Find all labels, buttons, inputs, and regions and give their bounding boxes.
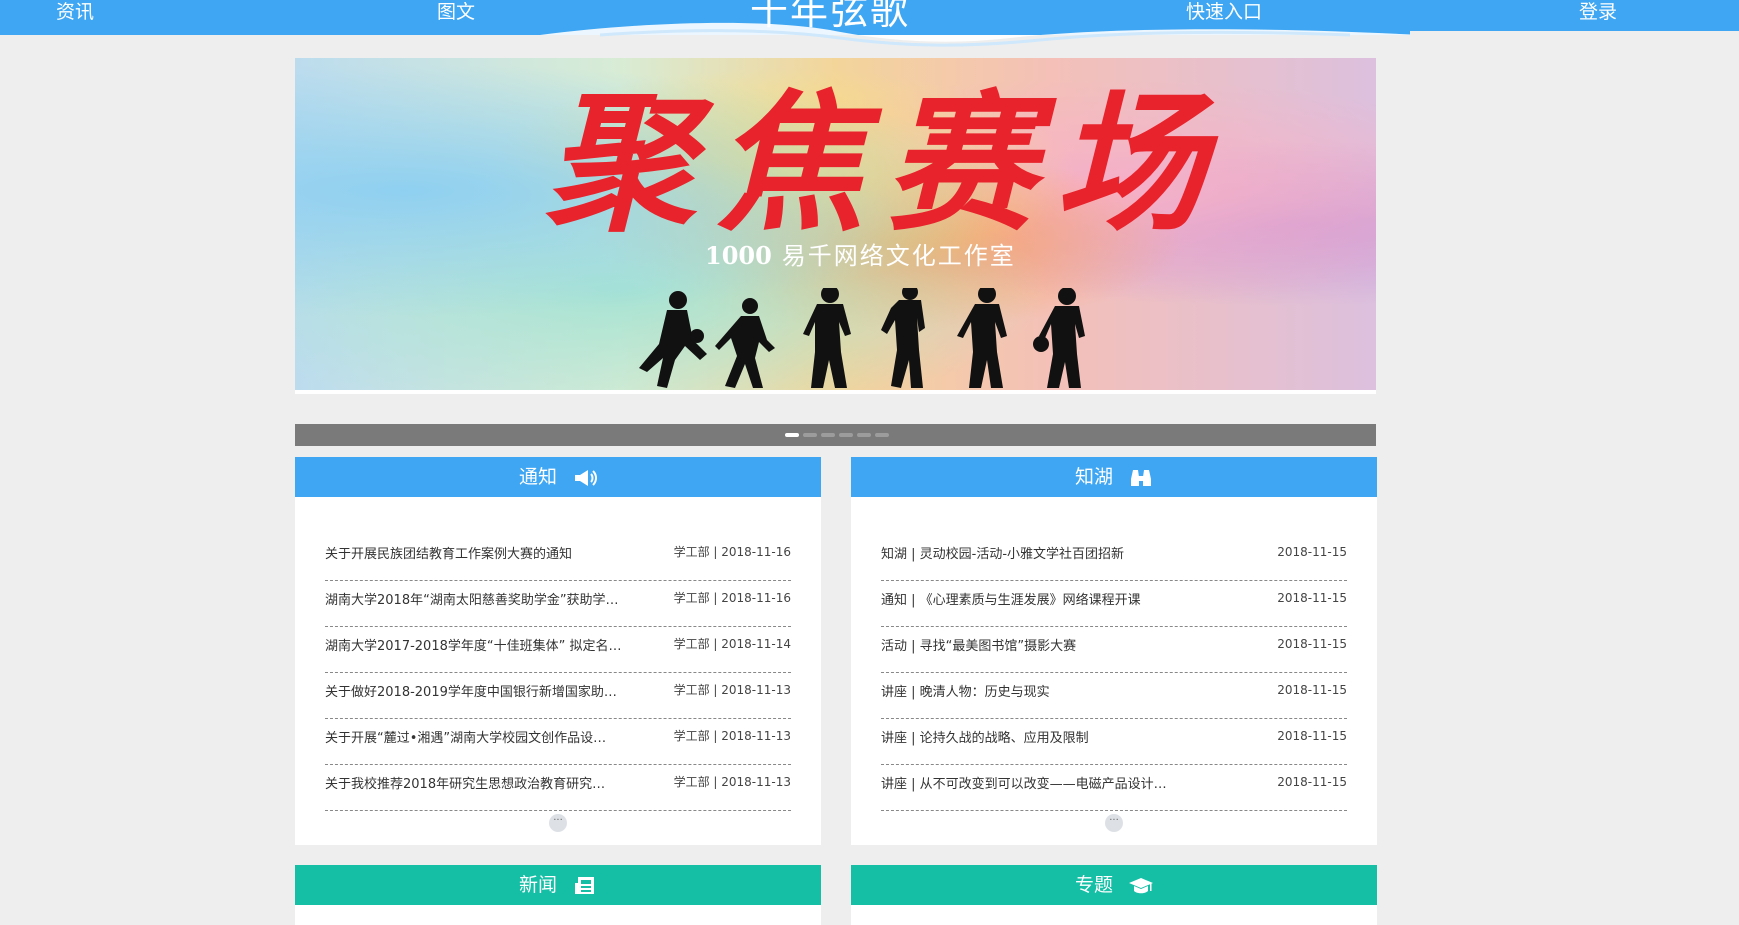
nav-item-login[interactable]: 登录	[1579, 0, 1617, 26]
list-item-title[interactable]: 讲座 | 论持久战的战略、应用及限制	[881, 731, 1089, 747]
news-panel: 新闻	[295, 865, 821, 925]
list-item-title[interactable]: 讲座 | 晚清人物：历史与现实	[881, 685, 1050, 701]
notice-panel-header[interactable]: 通知	[295, 457, 821, 497]
hero-banner[interactable]: 聚焦赛场 1000 易千网络文化工作室	[295, 58, 1376, 390]
zhihu-panel-header[interactable]: 知湖	[851, 457, 1377, 497]
list-item[interactable]: 通知 | 《心理素质与生涯发展》网络课程开课 2018-11-15	[881, 581, 1347, 627]
topics-panel: 专题	[851, 865, 1377, 925]
carousel-dots	[785, 433, 889, 437]
topics-panel-header[interactable]: 专题	[851, 865, 1377, 905]
megaphone-icon	[575, 469, 598, 486]
list-item-meta: 2018-11-15	[1277, 775, 1347, 789]
carousel-dot-2[interactable]	[803, 433, 817, 437]
top-nav: 资讯 图文 千年弦歌 快速入口 登录	[0, 0, 1739, 47]
list-item-title[interactable]: 湖南大学2018年“湖南太阳慈善奖助学金”获助学…	[325, 593, 619, 609]
carousel-indicator-bar	[295, 424, 1376, 446]
list-item[interactable]: 关于开展民族团结教育工作案例大赛的通知 学工部 | 2018-11-16	[325, 535, 791, 581]
list-item-meta: 2018-11-15	[1277, 591, 1347, 605]
topics-panel-title: 专题	[1074, 874, 1113, 896]
studio-logo-number: 1000	[705, 241, 772, 270]
nav-item-quick-entry[interactable]: 快速入口	[1186, 0, 1262, 26]
list-item-title[interactable]: 关于我校推荐2018年研究生思想政治教育研究…	[325, 777, 605, 793]
list-item-title[interactable]: 通知 | 《心理素质与生涯发展》网络课程开课	[881, 593, 1141, 609]
list-item-meta: 2018-11-15	[1277, 683, 1347, 697]
zhihu-panel: 知湖 知湖 | 灵动校园-活动-小雅文学社百团招新 2018-11-15 通知 …	[851, 457, 1377, 845]
carousel-dot-6[interactable]	[875, 433, 889, 437]
list-item-title[interactable]: 活动 | 寻找“最美图书馆”摄影大赛	[881, 639, 1076, 655]
banner-subtitle: 1000 易千网络文化工作室	[705, 241, 1016, 271]
list-item[interactable]: 知湖 | 灵动校园-活动-小雅文学社百团招新 2018-11-15	[881, 535, 1347, 581]
banner-bottom-border	[295, 390, 1376, 394]
zhihu-panel-title: 知湖	[1074, 466, 1113, 488]
site-brand[interactable]: 千年弦歌	[740, 0, 920, 34]
studio-name: 易千网络文化工作室	[781, 242, 1016, 270]
binoculars-icon	[1131, 469, 1152, 486]
list-item-meta: 学工部 | 2018-11-16	[673, 545, 791, 559]
list-item[interactable]: 关于开展“麓过•湘遇”湖南大学校园文创作品设… 学工部 | 2018-11-13	[325, 719, 791, 765]
nav-item-pictures[interactable]: 图文	[437, 0, 475, 26]
list-item-meta: 学工部 | 2018-11-13	[673, 683, 791, 697]
notice-panel: 通知 关于开展民族团结教育工作案例大赛的通知 学工部 | 2018-11-16 …	[295, 457, 821, 845]
zhihu-list: 知湖 | 灵动校园-活动-小雅文学社百团招新 2018-11-15 通知 | 《…	[881, 535, 1347, 811]
notice-more-button[interactable]: ···	[549, 814, 567, 832]
list-item[interactable]: 湖南大学2017-2018学年度“十佳班集体” 拟定名… 学工部 | 2018-…	[325, 627, 791, 673]
list-item-meta: 学工部 | 2018-11-14	[673, 637, 791, 651]
list-item[interactable]: 关于我校推荐2018年研究生思想政治教育研究… 学工部 | 2018-11-13	[325, 765, 791, 811]
news-panel-header[interactable]: 新闻	[295, 865, 821, 905]
list-item-title[interactable]: 讲座 | 从不可改变到可以改变——电磁产品设计…	[881, 777, 1167, 793]
list-item-title[interactable]: 湖南大学2017-2018学年度“十佳班集体” 拟定名…	[325, 639, 621, 655]
nav-item-news[interactable]: 资讯	[56, 0, 94, 26]
list-item-meta: 学工部 | 2018-11-13	[673, 729, 791, 743]
list-item-title[interactable]: 关于开展民族团结教育工作案例大赛的通知	[325, 547, 572, 563]
banner-title: 聚焦赛场	[545, 76, 1226, 252]
list-item-meta: 2018-11-15	[1277, 545, 1347, 559]
news-panel-title: 新闻	[518, 874, 557, 896]
list-item-title[interactable]: 知湖 | 灵动校园-活动-小雅文学社百团招新	[881, 547, 1124, 563]
list-item[interactable]: 活动 | 寻找“最美图书馆”摄影大赛 2018-11-15	[881, 627, 1347, 673]
list-item-meta: 2018-11-15	[1277, 729, 1347, 743]
carousel-dot-3[interactable]	[821, 433, 835, 437]
list-item-meta: 学工部 | 2018-11-16	[673, 591, 791, 605]
carousel-dot-1[interactable]	[785, 433, 799, 437]
carousel-dot-4[interactable]	[839, 433, 853, 437]
list-item[interactable]: 湖南大学2018年“湖南太阳慈善奖助学金”获助学… 学工部 | 2018-11-…	[325, 581, 791, 627]
list-item-meta: 学工部 | 2018-11-13	[673, 775, 791, 789]
list-item[interactable]: 讲座 | 晚清人物：历史与现实 2018-11-15	[881, 673, 1347, 719]
list-item[interactable]: 关于做好2018-2019学年度中国银行新增国家助… 学工部 | 2018-11…	[325, 673, 791, 719]
carousel-dot-5[interactable]	[857, 433, 871, 437]
notice-panel-title: 通知	[518, 466, 557, 488]
list-item-meta: 2018-11-15	[1277, 637, 1347, 651]
list-item-title[interactable]: 关于开展“麓过•湘遇”湖南大学校园文创作品设…	[325, 731, 606, 747]
graduation-cap-icon	[1129, 877, 1154, 893]
list-item[interactable]: 讲座 | 从不可改变到可以改变——电磁产品设计… 2018-11-15	[881, 765, 1347, 811]
list-item[interactable]: 讲座 | 论持久战的战略、应用及限制 2018-11-15	[881, 719, 1347, 765]
newspaper-icon	[575, 876, 595, 894]
notice-list: 关于开展民族团结教育工作案例大赛的通知 学工部 | 2018-11-16 湖南大…	[325, 535, 791, 811]
zhihu-more-button[interactable]: ···	[1105, 814, 1123, 832]
list-item-title[interactable]: 关于做好2018-2019学年度中国银行新增国家助…	[325, 685, 617, 701]
athlete-silhouettes	[639, 288, 1085, 388]
